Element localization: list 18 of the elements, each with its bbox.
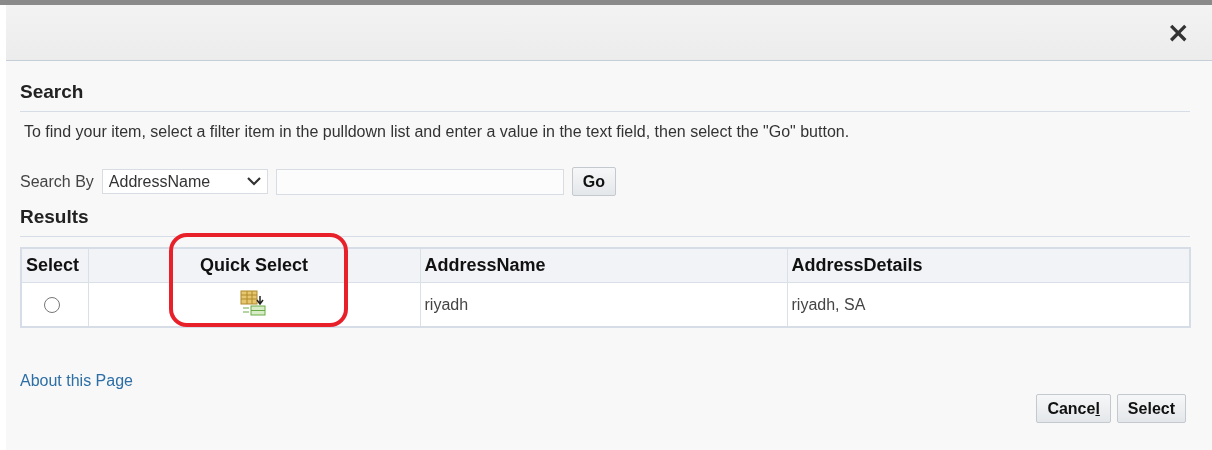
search-heading: Search xyxy=(20,81,1190,112)
row-radio[interactable] xyxy=(44,297,60,314)
filter-dropdown[interactable]: AddressName xyxy=(101,169,268,194)
column-header: AddressName xyxy=(424,255,546,275)
cancel-button[interactable]: Cancel xyxy=(1036,394,1111,423)
results-heading: Results xyxy=(20,206,1190,237)
column-header: Quick Select xyxy=(199,255,309,275)
chevron-down-icon xyxy=(246,177,261,186)
go-button[interactable]: Go xyxy=(571,167,617,196)
about-page-link[interactable]: About this Page xyxy=(20,372,133,390)
column-header: Select xyxy=(26,255,80,275)
search-by-label: Search By xyxy=(20,172,94,191)
column-header: AddressDetails xyxy=(791,255,923,275)
select-button[interactable]: Select xyxy=(1116,394,1186,423)
close-button[interactable]: × xyxy=(1162,18,1194,47)
quick-select-icon[interactable] xyxy=(239,289,269,316)
search-input[interactable] xyxy=(275,168,564,195)
instructions-text: To find your item, select a filter item in the pulldown list and enter a value in the text field, then select the "Go" button. xyxy=(24,123,851,141)
